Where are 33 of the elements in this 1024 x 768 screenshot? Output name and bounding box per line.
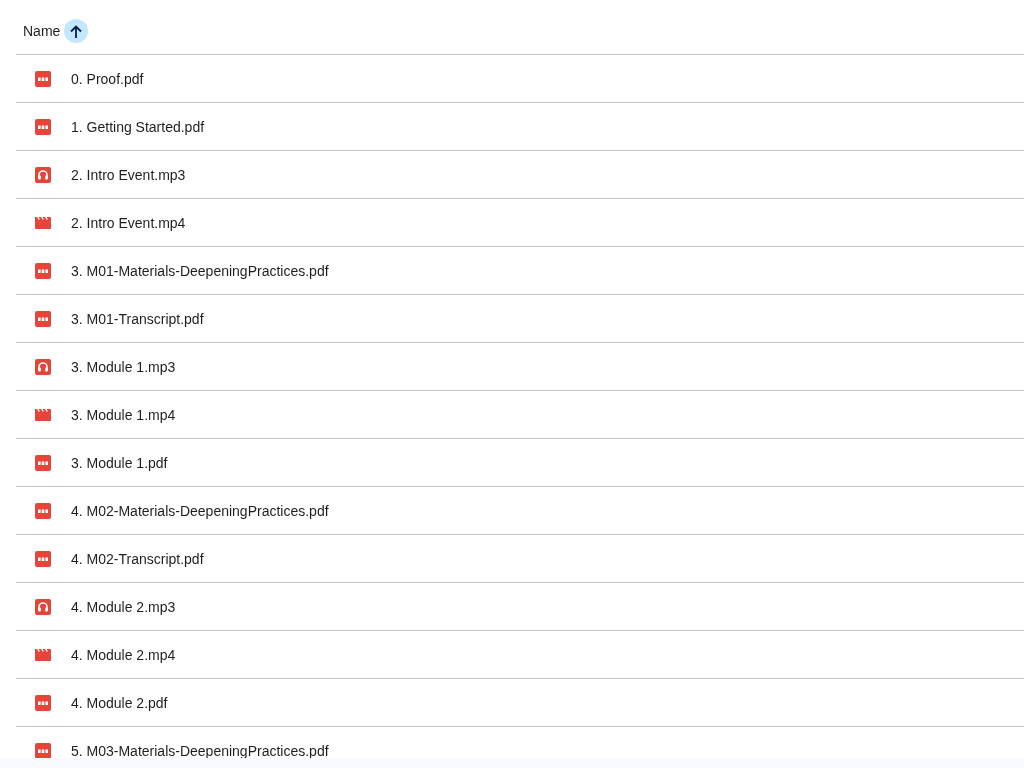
file-name[interactable]: 4. Module 2.mp3 [71, 598, 176, 615]
column-header[interactable]: Name [23, 23, 61, 39]
file-name[interactable]: 5. M03-Materials-DeepeningPractices.pdf [71, 742, 329, 758]
headphones-icon [35, 166, 51, 183]
file-name[interactable]: 4. Module 2.pdf [71, 694, 168, 711]
file-name[interactable]: 3. Module 1.mp3 [71, 358, 176, 375]
file-name[interactable]: 4. M02-Materials-DeepeningPractices.pdf [71, 502, 329, 519]
file-type-icon [35, 262, 51, 279]
file-name[interactable]: 4. M02-Transcript.pdf [71, 550, 204, 567]
file-name[interactable]: 3. M01-Transcript.pdf [71, 310, 204, 327]
file-name[interactable]: 3. Module 1.pdf [71, 454, 168, 471]
file-type-icon [35, 454, 51, 471]
sort-button[interactable] [64, 19, 89, 43]
file-type-icon [35, 502, 51, 519]
clapperboard-icon [35, 648, 51, 661]
file-name[interactable]: 2. Intro Event.mp4 [71, 214, 186, 231]
file-type-icon [35, 694, 51, 711]
file-name[interactable]: 3. M01-Materials-DeepeningPractices.pdf [71, 262, 329, 279]
file-type-icon [35, 550, 51, 567]
headphones-icon [35, 598, 51, 615]
file-type-icon [35, 70, 51, 87]
file-type-icon [35, 742, 51, 758]
file-name[interactable]: 2. Intro Event.mp3 [71, 166, 186, 183]
file-type-icon [35, 118, 51, 135]
file-type-icon [35, 310, 51, 327]
file-name[interactable]: 0. Proof.pdf [71, 70, 144, 87]
clapperboard-icon [35, 216, 51, 229]
headphones-icon [35, 358, 51, 375]
file-name[interactable]: 4. Module 2.mp4 [71, 646, 176, 663]
file-name[interactable]: 3. Module 1.mp4 [71, 406, 176, 423]
arrow-up-icon [70, 24, 83, 38]
clapperboard-icon [35, 408, 51, 421]
file-name[interactable]: 1. Getting Started.pdf [71, 118, 205, 135]
